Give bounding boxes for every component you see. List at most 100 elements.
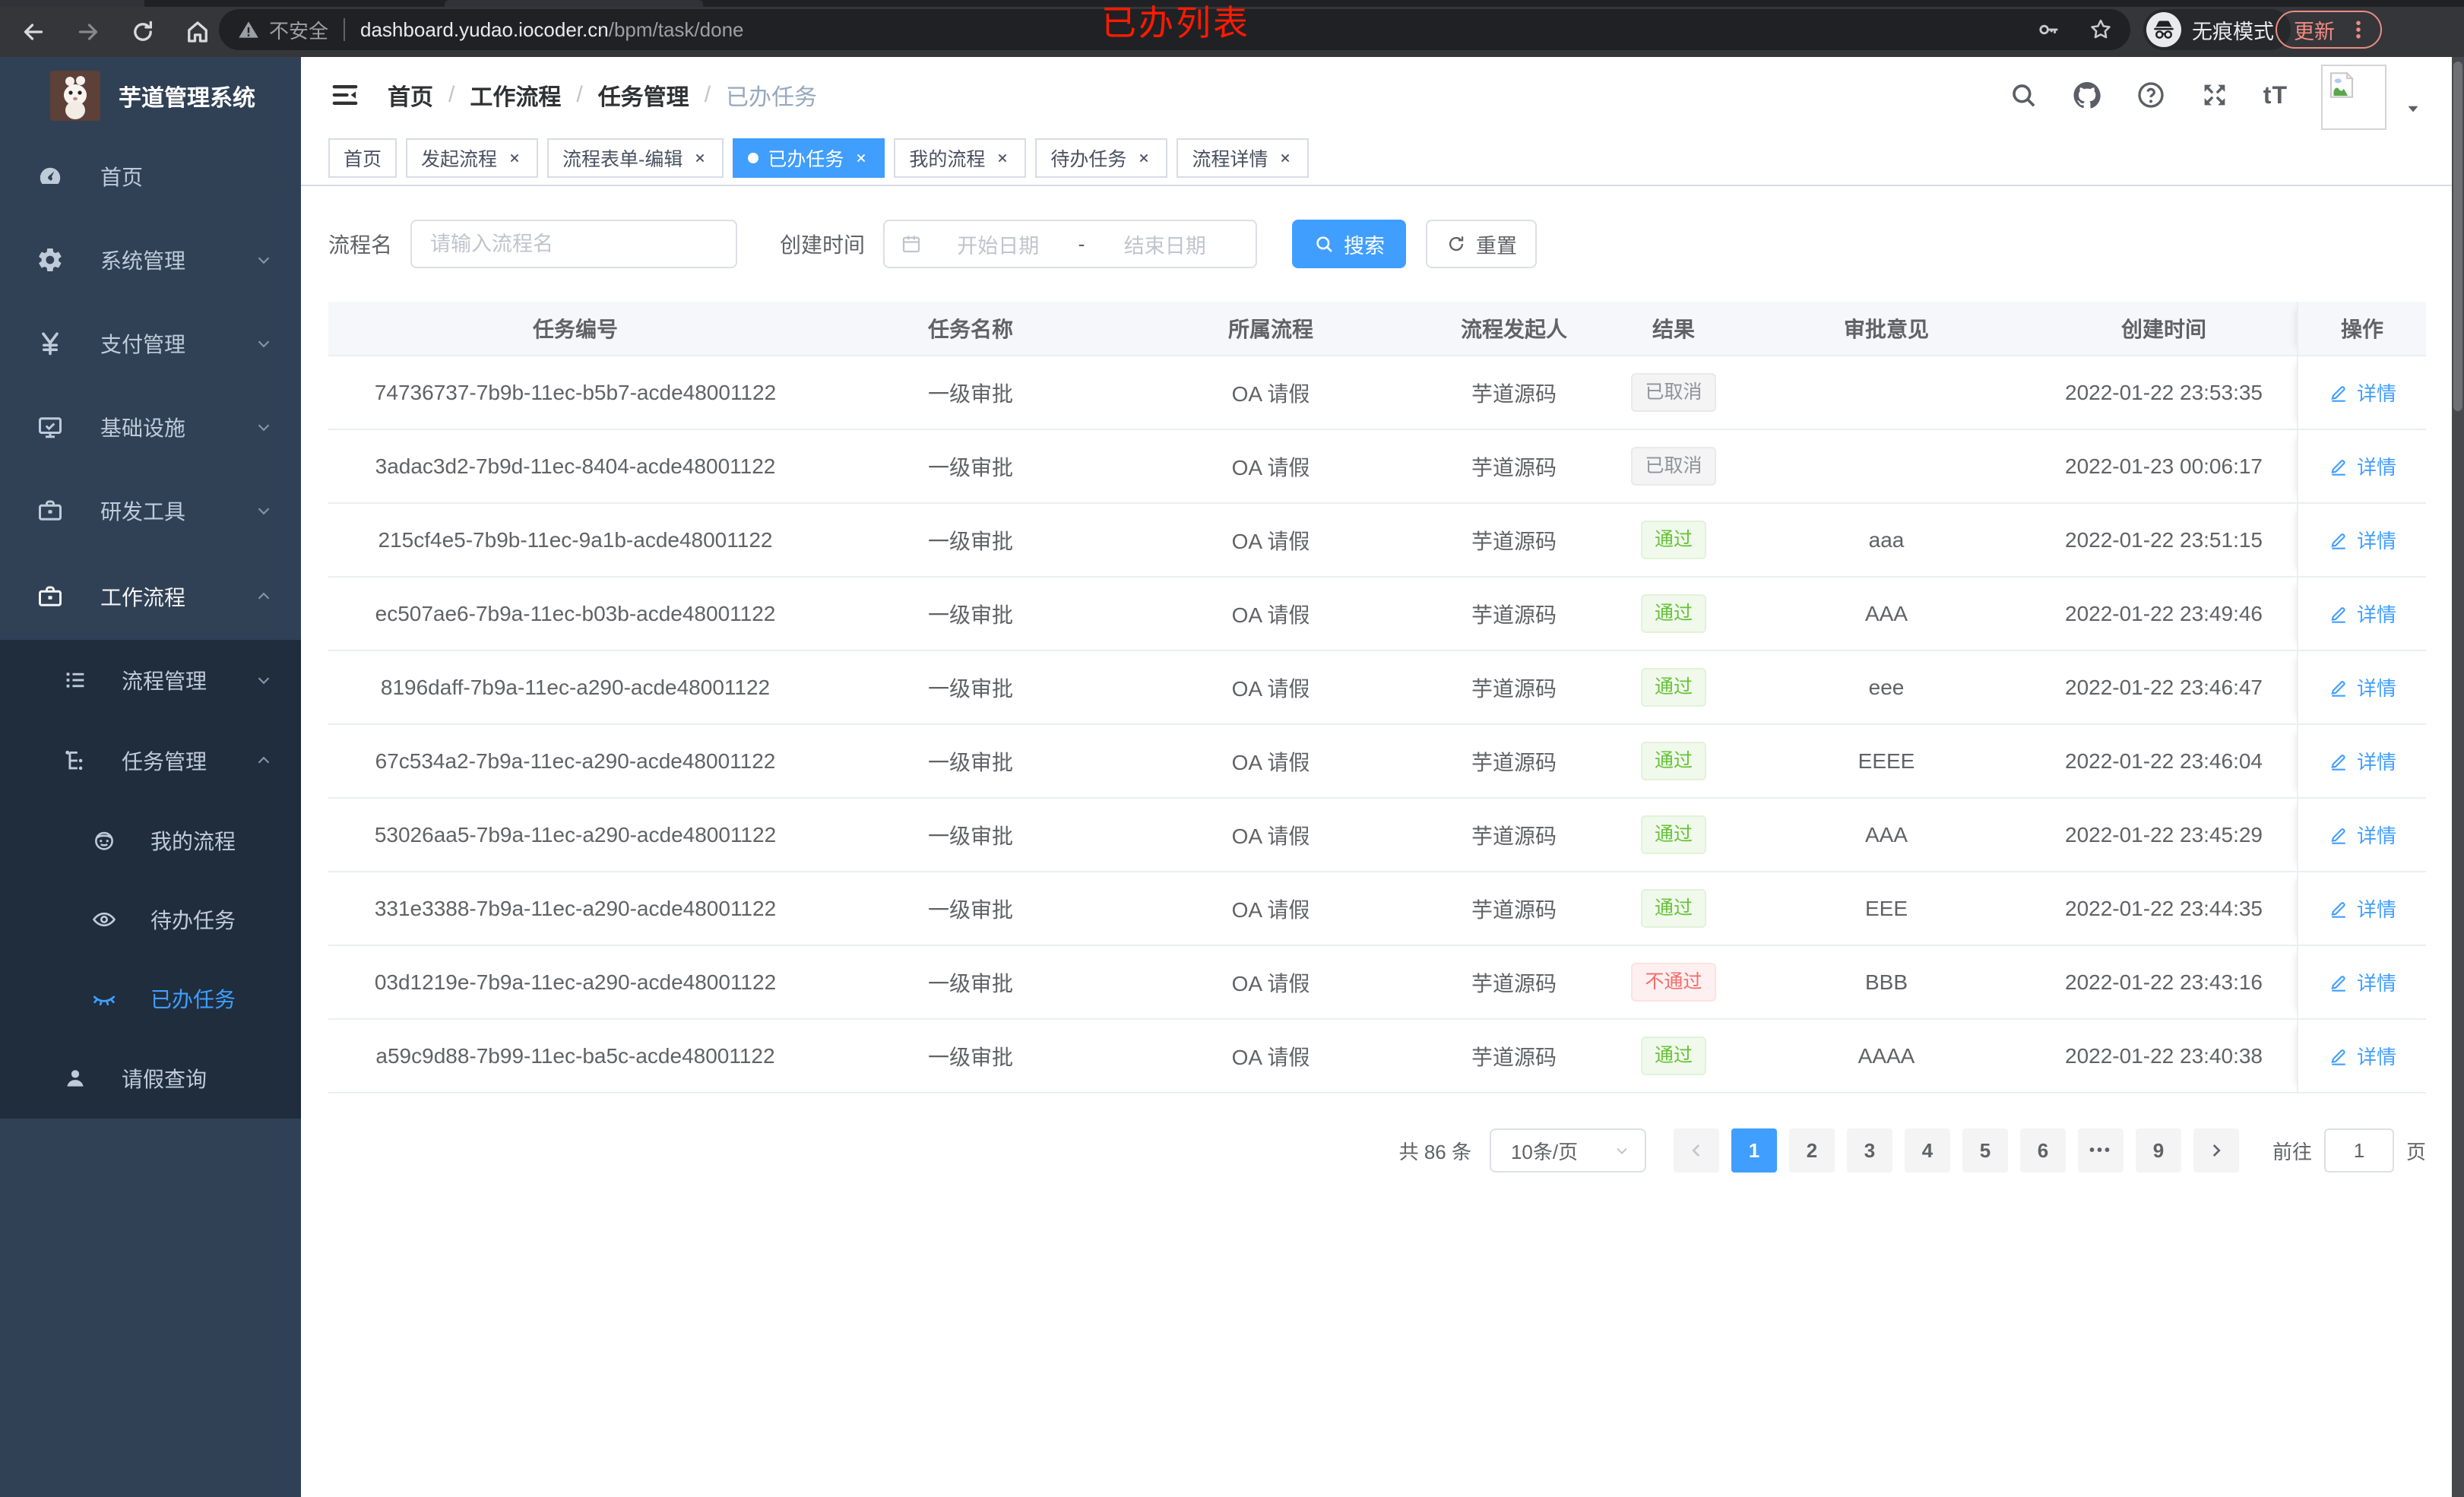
forward-icon[interactable] [74,18,102,46]
detail-link[interactable]: 详情 [2328,1042,2396,1070]
action-cell: 详情 [2297,430,2426,502]
detail-link[interactable]: 详情 [2328,452,2396,480]
detail-link[interactable]: 详情 [2328,526,2396,554]
breadcrumb-workflow[interactable]: 工作流程 [470,78,561,112]
sidebar-item-todo[interactable]: 待办任务 [0,880,301,959]
detail-link[interactable]: 详情 [2328,600,2396,628]
tab-process-detail[interactable]: 流程详情 [1177,138,1310,178]
sidebar-item-home[interactable]: 首页 [0,135,301,218]
sidebar-fold-icon[interactable] [330,80,360,110]
security-label[interactable]: 不安全 [269,16,328,44]
address-bar[interactable]: 不安全 dashboard.yudao.iocoder.cn/bpm/task/… [219,9,2130,50]
initiator-cell: 芋道源码 [1471,381,1557,406]
page-button[interactable]: 4 [1904,1128,1950,1173]
sidebar-item-task-mgmt[interactable]: 任务管理 [0,720,301,801]
chevron-down-icon [258,257,270,264]
detail-link[interactable]: 详情 [2328,673,2396,701]
tags-view-bar: 首页 发起流程 流程表单-编辑 已办任务 我的流程 待办任务 流程详情 [301,133,2452,186]
page-button[interactable]: 3 [1846,1128,1892,1173]
detail-link[interactable]: 详情 [2328,968,2396,996]
sidebar-item-dev[interactable]: 研发工具 [0,469,301,552]
page-button[interactable]: 5 [1962,1128,2008,1173]
update-button[interactable]: 更新 [2276,11,2382,49]
search-button[interactable]: 搜索 [1292,220,1407,268]
key-icon[interactable] [2036,17,2062,43]
page-scrollbar[interactable] [2452,57,2464,1497]
detail-link[interactable]: 详情 [2328,378,2396,407]
created-cell: 2022-01-22 23:51:15 [2065,527,2263,552]
app-logo-row[interactable]: 芋道管理系统 [0,57,301,135]
date-range-picker[interactable]: 开始日期 - 结束日期 [883,220,1258,268]
page-button[interactable]: 1 [1731,1128,1777,1173]
browser-menu-icon[interactable] [2347,18,2370,41]
process-name-input[interactable] [410,220,738,268]
page-button[interactable]: ••• [2077,1128,2124,1173]
start-date-placeholder[interactable]: 开始日期 [923,229,1074,259]
scrollbar-thumb[interactable] [2453,62,2462,411]
sidebar-item-leave[interactable]: 请假查询 [0,1038,301,1119]
created-cell: 2022-01-22 23:44:35 [2065,896,2263,920]
tab-home[interactable]: 首页 [328,138,397,178]
security-warning-icon[interactable] [237,18,260,41]
sidebar-item-workflow[interactable]: 工作流程 [0,552,301,640]
page-size-select[interactable]: 10条/页 [1489,1128,1646,1173]
browser-tab-strip [0,0,2464,7]
close-icon[interactable] [1135,150,1152,166]
task-name-cell: 一级审批 [927,676,1013,701]
sidebar-item-system[interactable]: 系统管理 [0,218,301,302]
sidebar-item-done[interactable]: 已办任务 [0,959,301,1038]
next-page-button[interactable] [2193,1128,2239,1173]
caret-down-icon[interactable] [2403,99,2423,119]
close-icon[interactable] [1277,150,1294,166]
help-icon[interactable] [2136,80,2166,110]
end-date-placeholder[interactable]: 结束日期 [1090,229,1241,259]
fullscreen-icon[interactable] [2200,80,2230,110]
sidebar-item-my-process[interactable]: 我的流程 [0,801,301,880]
dashboard-icon [40,167,61,185]
calendar-icon [902,236,920,253]
app-logo [50,71,100,121]
refresh-icon [1449,236,1464,252]
page-button[interactable]: 9 [2135,1128,2181,1173]
prev-page-button[interactable] [1673,1128,1719,1173]
reset-button[interactable]: 重置 [1426,220,1538,268]
edit-icon [2331,680,2345,697]
home-icon[interactable] [184,18,211,46]
goto-page-input[interactable] [2323,1128,2394,1173]
page-button[interactable]: 6 [2019,1128,2066,1173]
task-id-cell: 215cf4e5-7b9b-11ec-9a1b-acde48001122 [378,527,773,552]
sidebar-item-infra[interactable]: 基础设施 [0,385,301,469]
browser-tab[interactable] [0,0,144,7]
tab-form-edit[interactable]: 流程表单-编辑 [547,138,724,178]
github-icon[interactable] [2072,80,2102,110]
status-badge: 通过 [1640,741,1706,781]
bookmark-star-icon[interactable] [2088,17,2114,43]
page-button[interactable]: 2 [1788,1128,1835,1173]
chevron-down-icon [258,508,270,515]
close-icon[interactable] [506,150,523,166]
detail-link[interactable]: 详情 [2328,894,2396,923]
sidebar-item-process-mgmt[interactable]: 流程管理 [0,640,301,720]
breadcrumb-home[interactable]: 首页 [388,78,433,112]
close-icon[interactable] [853,150,869,166]
tab-todo-tasks[interactable]: 待办任务 [1035,138,1168,178]
app-title: 芋道管理系统 [119,86,255,111]
detail-link[interactable]: 详情 [2328,747,2396,775]
close-icon[interactable] [994,150,1011,166]
breadcrumb-task-mgmt[interactable]: 任务管理 [598,78,689,112]
tab-done-tasks[interactable]: 已办任务 [733,138,885,178]
reload-icon[interactable] [129,18,157,46]
avatar[interactable] [2321,65,2386,130]
tab-start-process[interactable]: 发起流程 [406,138,539,178]
back-icon[interactable] [20,18,47,46]
edit-icon [2331,606,2345,623]
browser-tab[interactable] [445,0,703,7]
tab-my-process[interactable]: 我的流程 [894,138,1027,178]
detail-link[interactable]: 详情 [2328,821,2396,849]
sidebar-item-pay[interactable]: 支付管理 [0,302,301,385]
font-size-icon[interactable]: tT [2263,81,2288,109]
col-task-name: 任务名称 [927,318,1013,341]
edit-icon [2331,754,2345,771]
close-icon[interactable] [692,150,708,166]
search-icon[interactable] [2008,80,2038,110]
